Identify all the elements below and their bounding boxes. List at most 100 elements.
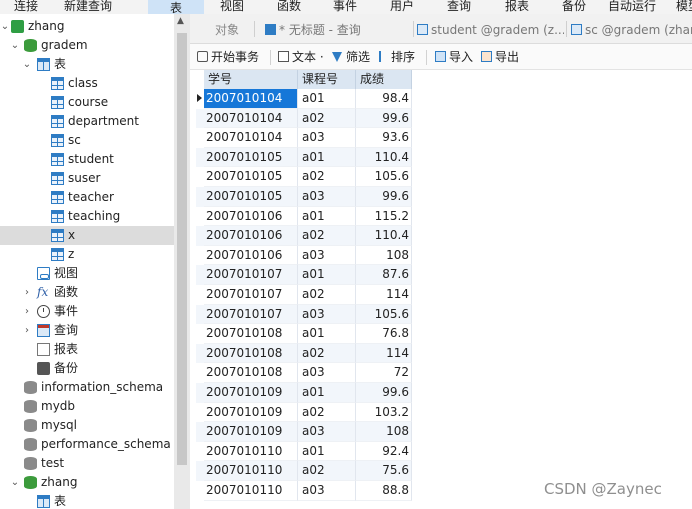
tree-database-mysql[interactable]: mysql xyxy=(0,416,174,435)
table-row[interactable]: 2007010109 a01 99.6 xyxy=(196,383,412,403)
table-row[interactable]: 2007010109 a02 103.2 xyxy=(196,402,412,423)
cell-score[interactable]: 110.4 xyxy=(356,147,412,168)
menu-view[interactable]: 视图 xyxy=(220,0,244,14)
chevron-right-icon[interactable]: › xyxy=(22,321,32,340)
cell-student-id[interactable]: 2007010106 xyxy=(204,245,298,266)
scroll-up-icon[interactable]: ▲ xyxy=(177,16,184,26)
menu-table[interactable]: 表 xyxy=(148,0,204,14)
tree-reports-folder[interactable]: 报表 xyxy=(0,340,174,359)
chevron-down-icon[interactable]: ⌄ xyxy=(22,55,32,74)
tree-database-information-schema[interactable]: information_schema xyxy=(0,378,174,397)
tree-table-suser[interactable]: suser xyxy=(0,169,174,188)
cell-course-id[interactable]: a03 xyxy=(298,128,356,148)
cell-student-id[interactable]: 2007010107 xyxy=(204,265,298,285)
cell-course-id[interactable]: a01 xyxy=(298,383,356,403)
table-row[interactable]: 2007010107 a03 105.6 xyxy=(196,304,412,325)
tree-functions-folder[interactable]: › fx 函数 xyxy=(0,283,174,302)
chevron-down-icon[interactable]: ⌄ xyxy=(10,36,20,55)
cell-score[interactable]: 87.6 xyxy=(356,265,412,285)
tab-student[interactable]: student @gradem (z... xyxy=(417,19,564,41)
menu-autorun[interactable]: 自动运行 xyxy=(608,0,656,14)
tree-table-class[interactable]: class xyxy=(0,74,174,93)
tree-scrollbar[interactable]: ▲ xyxy=(174,14,190,509)
cell-score[interactable]: 98.4 xyxy=(356,89,412,109)
tree-table-course[interactable]: course xyxy=(0,93,174,112)
scrollbar-thumb[interactable] xyxy=(177,33,187,465)
cell-score[interactable]: 105.6 xyxy=(356,167,412,187)
table-row[interactable]: 2007010104 a02 99.6 xyxy=(196,108,412,129)
table-row[interactable]: 2007010105 a01 110.4 xyxy=(196,147,412,168)
cell-course-id[interactable]: a01 xyxy=(298,265,356,285)
cell-student-id[interactable]: 2007010106 xyxy=(204,226,298,246)
cell-course-id[interactable]: a03 xyxy=(298,481,356,501)
tree-table-student[interactable]: student xyxy=(0,150,174,169)
menu-model[interactable]: 模型 xyxy=(676,0,692,14)
table-row[interactable]: 2007010106 a03 108 xyxy=(196,245,412,266)
menu-function[interactable]: 函数 xyxy=(277,0,301,14)
table-row[interactable]: 2007010107 a02 114 xyxy=(196,285,412,305)
cell-student-id[interactable]: 2007010104 xyxy=(204,108,298,129)
text-button[interactable]: 文本 · xyxy=(278,49,324,66)
tree-table-department[interactable]: department xyxy=(0,112,174,131)
cell-score[interactable]: 114 xyxy=(356,285,412,305)
column-header-student-id[interactable]: 学号 xyxy=(204,70,298,89)
menu-query[interactable]: 查询 xyxy=(447,0,471,14)
cell-course-id[interactable]: a02 xyxy=(298,285,356,305)
cell-course-id[interactable]: a01 xyxy=(298,441,356,462)
tree-database-test[interactable]: test xyxy=(0,454,174,473)
cell-course-id[interactable]: a03 xyxy=(298,422,356,442)
cell-score[interactable]: 99.6 xyxy=(356,383,412,403)
begin-transaction-button[interactable]: 开始事务 xyxy=(197,49,259,66)
chevron-down-icon[interactable]: ⌄ xyxy=(0,17,10,36)
cell-course-id[interactable]: a02 xyxy=(298,461,356,481)
cell-course-id[interactable]: a02 xyxy=(298,343,356,364)
column-header-course-id[interactable]: 课程号 xyxy=(298,70,356,89)
cell-student-id[interactable]: 2007010105 xyxy=(204,167,298,187)
tree-table-x[interactable]: x xyxy=(0,226,174,245)
cell-student-id[interactable]: 2007010110 xyxy=(204,461,298,481)
tree-database-gradem[interactable]: ⌄ gradem xyxy=(0,36,174,55)
chevron-right-icon[interactable]: › xyxy=(22,302,32,321)
cell-score[interactable]: 114 xyxy=(356,343,412,364)
tab-sc[interactable]: sc @gradem (zhan xyxy=(571,19,692,41)
tree-table-teacher[interactable]: teacher xyxy=(0,188,174,207)
cell-student-id[interactable]: 2007010109 xyxy=(204,383,298,403)
export-button[interactable]: 导出 xyxy=(481,49,519,66)
menu-backup[interactable]: 备份 xyxy=(562,0,586,14)
cell-student-id[interactable]: 2007010108 xyxy=(204,324,298,344)
cell-score[interactable]: 72 xyxy=(356,363,412,383)
menu-user[interactable]: 用户 xyxy=(390,0,414,14)
cell-score[interactable]: 108 xyxy=(356,422,412,442)
table-row[interactable]: 2007010107 a01 87.6 xyxy=(196,265,412,285)
table-row[interactable]: 2007010105 a02 105.6 xyxy=(196,167,412,187)
table-row[interactable]: 2007010109 a03 108 xyxy=(196,422,412,442)
tree-queries-folder[interactable]: › 查询 xyxy=(0,321,174,340)
cell-student-id[interactable]: 2007010106 xyxy=(204,206,298,227)
table-row[interactable]: 2007010104 a01 98.4 xyxy=(196,89,412,109)
table-row[interactable]: 2007010108 a03 72 xyxy=(196,363,412,383)
tree-connection-zhang[interactable]: ⌄ zhang xyxy=(0,17,174,36)
tab-untitled-query[interactable]: * 无标题 - 查询 xyxy=(265,19,415,41)
cell-score[interactable]: 103.2 xyxy=(356,402,412,423)
cell-student-id[interactable]: 2007010104 xyxy=(204,89,298,109)
cell-score[interactable]: 105.6 xyxy=(356,304,412,325)
cell-student-id[interactable]: 2007010105 xyxy=(204,147,298,168)
cell-score[interactable]: 99.6 xyxy=(356,187,412,207)
cell-student-id[interactable]: 2007010108 xyxy=(204,343,298,364)
menu-connect[interactable]: 连接 xyxy=(14,0,38,14)
cell-student-id[interactable]: 2007010109 xyxy=(204,402,298,423)
menu-new-query[interactable]: 新建查询 xyxy=(64,0,112,14)
tree-table-z[interactable]: z xyxy=(0,245,174,264)
cell-course-id[interactable]: a02 xyxy=(298,226,356,246)
menu-event[interactable]: 事件 xyxy=(333,0,357,14)
cell-course-id[interactable]: a02 xyxy=(298,108,356,129)
tab-objects[interactable]: 对象 xyxy=(215,19,239,41)
table-row[interactable]: 2007010108 a02 114 xyxy=(196,343,412,364)
table-row[interactable]: 2007010105 a03 99.6 xyxy=(196,187,412,207)
cell-student-id[interactable]: 2007010110 xyxy=(204,441,298,462)
cell-score[interactable]: 76.8 xyxy=(356,324,412,344)
table-row[interactable]: 2007010110 a03 88.8 xyxy=(196,481,412,501)
cell-score[interactable]: 88.8 xyxy=(356,481,412,501)
table-row[interactable]: 2007010110 a01 92.4 xyxy=(196,441,412,462)
tree-backups-folder[interactable]: 备份 xyxy=(0,359,174,378)
